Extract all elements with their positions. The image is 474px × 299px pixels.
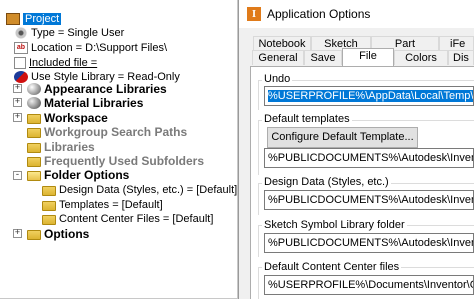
tree-item-label: Content Center Files = [Default] bbox=[59, 212, 214, 225]
tab-file[interactable]: File bbox=[342, 48, 394, 66]
tree-item-label: Workgroup Search Paths bbox=[44, 124, 188, 139]
tree-item-label: Options bbox=[44, 226, 90, 241]
material-sphere-icon bbox=[27, 96, 41, 109]
tree-item-label: Design Data (Styles, etc.) = [Default] bbox=[59, 183, 238, 196]
tab-colors[interactable]: Colors bbox=[394, 50, 448, 65]
folder-icon bbox=[27, 156, 41, 167]
project-icon bbox=[6, 12, 20, 25]
tree-item-type[interactable]: Type = Single User bbox=[14, 25, 124, 40]
undo-path-value: %USERPROFILE%\AppData\Local\Temp\ bbox=[268, 90, 474, 102]
sketch-symbol-group-label: Sketch Symbol Library folder bbox=[262, 219, 407, 231]
default-templates-path-field[interactable]: %PUBLICDOCUMENTS%\Autodesk\Inventor %REL bbox=[264, 148, 474, 168]
tab-save[interactable]: Save bbox=[304, 50, 342, 65]
tree-item-label: Type = Single User bbox=[31, 26, 125, 39]
tree-item-content-center-files[interactable]: Content Center Files = [Default] bbox=[42, 211, 213, 226]
collapse-folder-options-toggle[interactable]: - bbox=[13, 171, 22, 180]
sketch-symbol-path-field[interactable]: %PUBLICDOCUMENTS%\Autodesk\Inventor %REL bbox=[264, 233, 474, 253]
expand-material-toggle[interactable]: + bbox=[13, 98, 22, 107]
document-icon bbox=[14, 56, 26, 69]
folder-icon bbox=[27, 113, 41, 124]
appearance-sphere-icon bbox=[27, 82, 41, 95]
folder-icon bbox=[42, 200, 56, 211]
content-center-path-field[interactable]: %USERPROFILE%\Documents\Inventor\Content… bbox=[264, 275, 474, 295]
expand-options-toggle[interactable]: + bbox=[13, 229, 22, 238]
dialog-title: Application Options bbox=[267, 7, 371, 21]
configure-default-template-button[interactable]: Configure Default Template... bbox=[267, 127, 418, 148]
tree-item-included-file[interactable]: Included file = bbox=[14, 55, 97, 70]
tab-display[interactable]: Dis bbox=[448, 50, 474, 65]
tree-item-location[interactable]: ab Location = D:\Support Files\ bbox=[14, 40, 167, 55]
folder-icon bbox=[27, 229, 41, 240]
undo-path-field[interactable]: %USERPROFILE%\AppData\Local\Temp\ bbox=[264, 86, 474, 106]
tree-item-material-libraries[interactable]: Material Libraries bbox=[27, 95, 143, 110]
tab-notebook[interactable]: Notebook bbox=[253, 36, 311, 51]
undo-group-label: Undo bbox=[262, 73, 293, 85]
tree-root-label: Project bbox=[23, 12, 62, 25]
design-data-group-label: Design Data (Styles, etc.) bbox=[262, 176, 391, 188]
tree-item-options[interactable]: Options bbox=[27, 226, 89, 241]
tree-item-label: Folder Options bbox=[44, 167, 130, 182]
tree-item-label: Templates = [Default] bbox=[59, 198, 163, 211]
tree-node-project[interactable]: Project bbox=[6, 11, 62, 26]
folder-icon bbox=[27, 142, 41, 153]
tree-item-design-data[interactable]: Design Data (Styles, etc.) = [Default] bbox=[42, 182, 237, 197]
inventor-app-icon: I bbox=[247, 7, 261, 21]
tree-item-label: Appearance Libraries bbox=[44, 81, 167, 96]
tree-item-label: Location = D:\Support Files\ bbox=[31, 41, 168, 54]
project-tree-panel: Project Type = Single User ab Location =… bbox=[0, 0, 238, 299]
folder-icon bbox=[42, 214, 56, 225]
tree-item-label: Frequently Used Subfolders bbox=[44, 153, 205, 168]
expand-appearance-toggle[interactable]: + bbox=[13, 84, 22, 93]
tree-item-workgroup-search-paths[interactable]: Workgroup Search Paths bbox=[27, 124, 187, 139]
tree-item-frequently-used-subfolders[interactable]: Frequently Used Subfolders bbox=[27, 153, 204, 168]
tree-item-label: Libraries bbox=[44, 139, 95, 154]
location-ab-icon: ab bbox=[14, 41, 28, 54]
tab-ife[interactable]: iFe bbox=[439, 36, 474, 51]
tree-item-workspace[interactable]: Workspace bbox=[27, 110, 108, 125]
content-center-group-label: Default Content Center files bbox=[262, 261, 402, 273]
tree-item-label: Workspace bbox=[44, 110, 108, 125]
design-data-path-field[interactable]: %PUBLICDOCUMENTS%\Autodesk\Inventor %REL bbox=[264, 190, 474, 210]
style-library-icon bbox=[14, 70, 28, 83]
gear-icon bbox=[14, 26, 28, 39]
default-templates-group-label: Default templates bbox=[262, 113, 352, 125]
expand-workspace-toggle[interactable]: + bbox=[13, 113, 22, 122]
tree-item-appearance-libraries[interactable]: Appearance Libraries bbox=[27, 81, 167, 96]
tree-item-label: Material Libraries bbox=[44, 95, 144, 110]
tab-general[interactable]: General bbox=[252, 50, 304, 65]
folder-icon bbox=[27, 127, 41, 138]
tree-item-templates[interactable]: Templates = [Default] bbox=[42, 197, 163, 212]
tree-item-libraries[interactable]: Libraries bbox=[27, 139, 95, 154]
tree-item-folder-options[interactable]: Folder Options bbox=[27, 167, 129, 182]
folder-icon bbox=[42, 185, 56, 196]
folder-open-icon bbox=[27, 170, 41, 181]
tree-item-label: Included file = bbox=[29, 56, 98, 69]
dialog-titlebar[interactable]: I Application Options bbox=[239, 0, 474, 28]
